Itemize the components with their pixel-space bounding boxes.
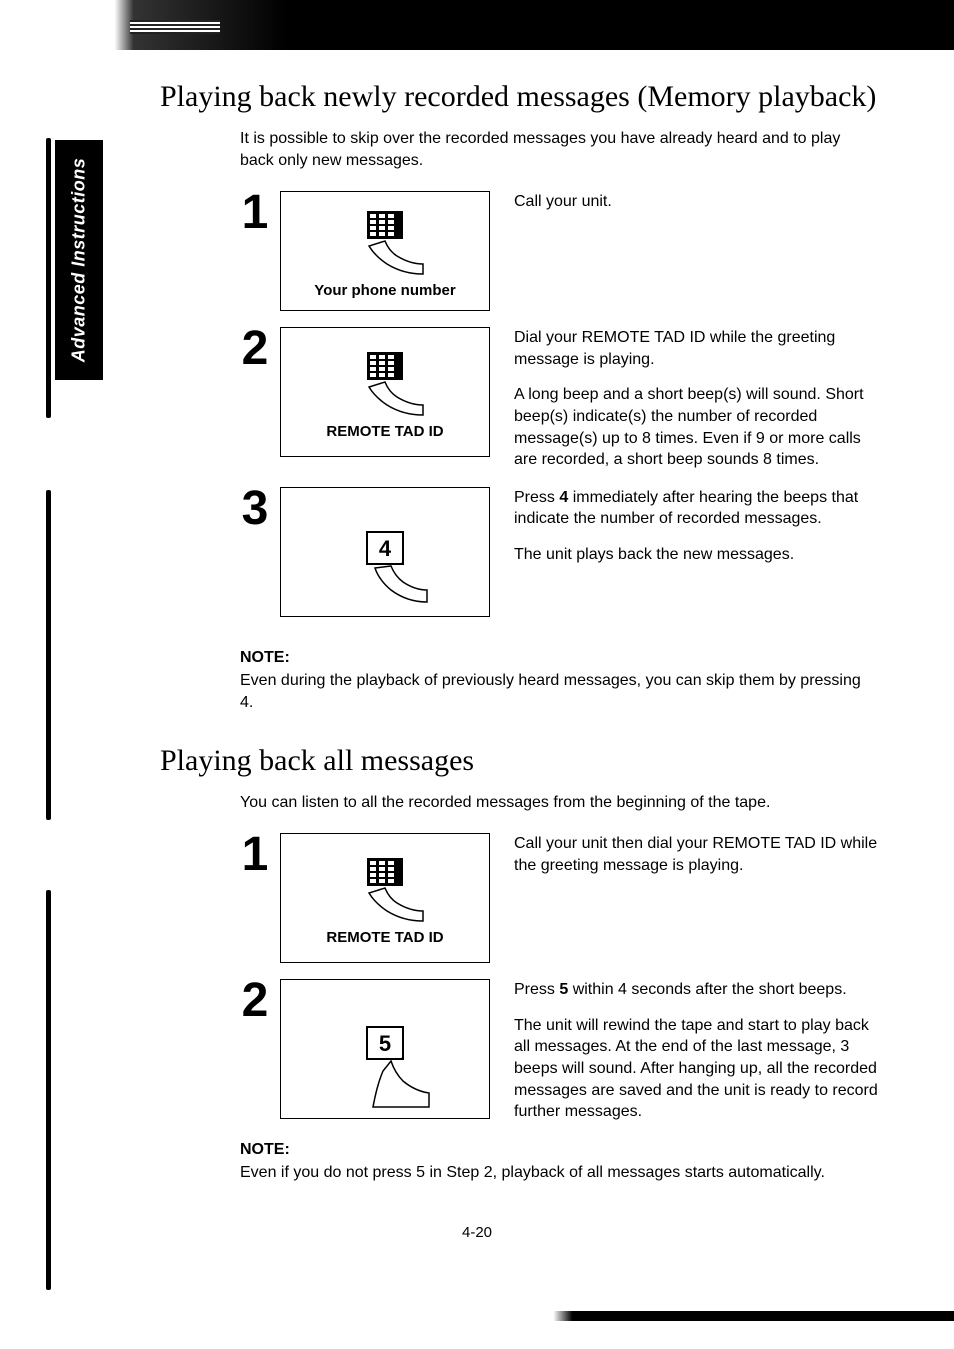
left-margin-rule [46,490,51,820]
section-title-memory-playback: Playing back newly recorded messages (Me… [160,80,914,114]
figure-caption: REMOTE TAD ID [326,929,443,946]
step-text: The unit will rewind the tape and start … [514,1015,884,1123]
step-2: 2 REMOTE TAD ID [230,327,884,471]
section-tab: Advanced Instructions [55,140,103,380]
step-3: 3 4 Press 4 immediately after hearing th… [230,487,884,617]
keypad-hand-icon [325,347,445,417]
step-text: Press 4 immediately after hearing the be… [514,487,884,530]
note-label: NOTE: [240,647,874,669]
left-margin-rule [46,138,51,418]
step-1: 1 REMOTE TAD ID [230,833,884,963]
step-text: Call your unit. [514,191,884,213]
figure-caption: REMOTE TAD ID [326,423,443,440]
page-number: 4-20 [40,1224,914,1241]
svg-text:4: 4 [379,536,392,561]
section-tab-label: Advanced Instructions [69,158,90,363]
step-text: Dial your REMOTE TAD ID while the greeti… [514,327,884,370]
step-number: 2 [230,327,280,370]
page-body: Advanced Instructions Playing back newly… [0,80,954,1281]
section-intro: It is possible to skip over the recorded… [240,128,874,171]
key-press-icon: 4 [325,518,445,588]
step-figure-remote-tad: REMOTE TAD ID [280,833,490,963]
note-block: NOTE: Even during the playback of previo… [240,647,874,714]
note-block: NOTE: Even if you do not press 5 in Step… [240,1139,874,1184]
keypad-hand-icon [325,853,445,923]
step-1: 1 Your phone number [230,191,884,311]
step-2: 2 5 Press 5 within 4 seconds after the s… [230,979,884,1123]
step-text: A long beep and a short beep(s) will sou… [514,384,884,470]
note-label: NOTE: [240,1139,874,1161]
keypad-hand-icon [325,206,445,276]
steps-list: 1 Your phone number [230,191,884,617]
scan-artifact-top [0,0,954,50]
step-figure-remote-tad: REMOTE TAD ID [280,327,490,457]
step-description: Press 5 within 4 seconds after the short… [514,979,884,1123]
section-title-all-messages: Playing back all messages [160,744,914,778]
step-text: Call your unit then dial your REMOTE TAD… [514,833,884,876]
step-number: 1 [230,833,280,876]
step-text: The unit plays back the new messages. [514,544,884,566]
left-margin-rule [46,890,51,1290]
note-text: Even during the playback of previously h… [240,670,874,713]
step-figure-key-4: 4 [280,487,490,617]
step-text: Press 5 within 4 seconds after the short… [514,979,884,1001]
step-number: 2 [230,979,280,1022]
step-description: Call your unit then dial your REMOTE TAD… [514,833,884,876]
step-description: Dial your REMOTE TAD ID while the greeti… [514,327,884,471]
key-press-icon: 5 [325,1015,445,1085]
steps-list: 1 REMOTE TAD ID [230,833,884,1123]
svg-text:5: 5 [379,1031,391,1056]
step-figure-key-5: 5 [280,979,490,1119]
section-intro: You can listen to all the recorded messa… [240,792,874,814]
step-number: 3 [230,487,280,530]
step-figure-phone: Your phone number [280,191,490,311]
note-text: Even if you do not press 5 in Step 2, pl… [240,1162,874,1184]
step-description: Press 4 immediately after hearing the be… [514,487,884,566]
scan-artifact-bottom [0,1311,954,1321]
step-number: 1 [230,191,280,234]
step-description: Call your unit. [514,191,884,213]
figure-caption: Your phone number [314,282,455,299]
